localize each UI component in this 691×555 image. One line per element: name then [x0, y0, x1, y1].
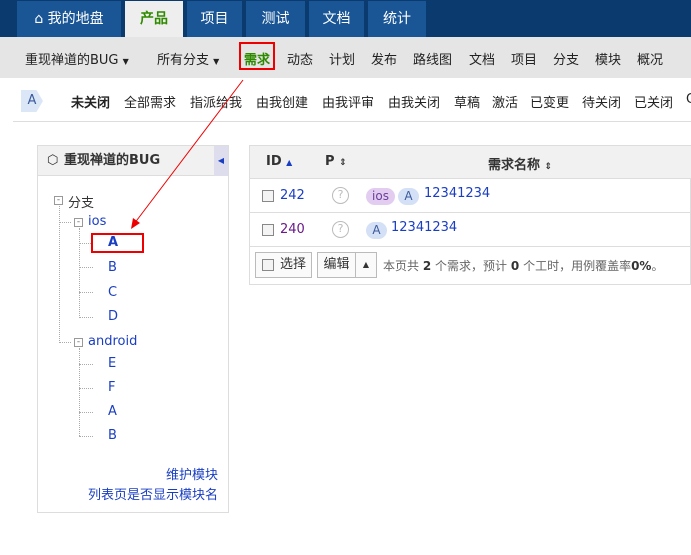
annotation-arrow — [131, 79, 244, 229]
